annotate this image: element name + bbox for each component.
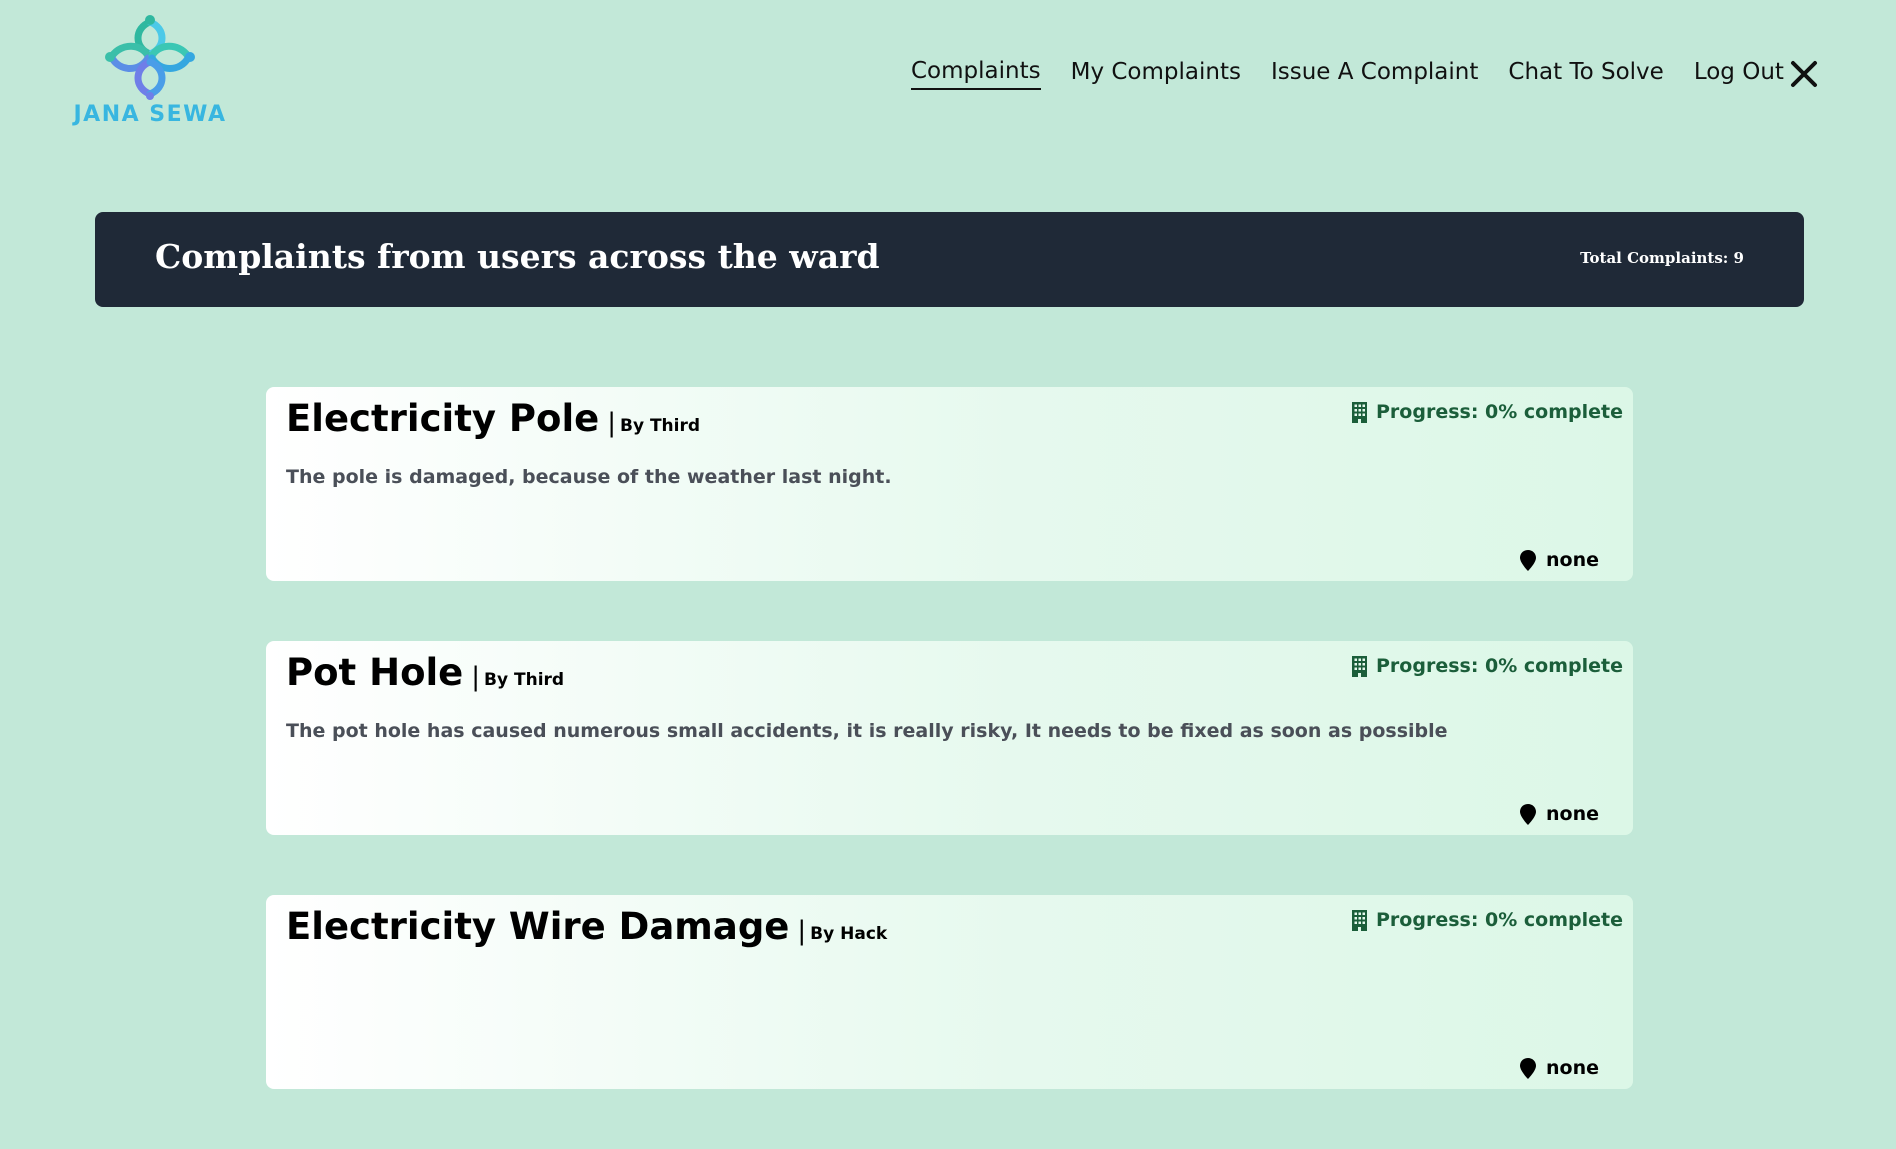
- top-navigation-bar: JANA SEWA Complaints My Complaints Issue…: [0, 0, 1896, 150]
- building-icon: [1352, 909, 1367, 931]
- nav-complaints[interactable]: Complaints: [911, 58, 1041, 90]
- page-title: Complaints from users across the ward: [155, 237, 880, 276]
- progress-label: Progress: 0% complete: [1376, 909, 1623, 931]
- complaint-progress: Progress: 0% complete: [1351, 909, 1623, 931]
- complaint-header: Electricity Wire Damage | By Hack: [286, 905, 887, 948]
- complaint-card[interactable]: Electricity Wire Damage | By Hack Progre…: [266, 895, 1633, 1089]
- complaint-location: none: [1520, 1057, 1599, 1079]
- brand-logo[interactable]: JANA SEWA: [70, 14, 230, 134]
- complaints-banner: Complaints from users across the ward To…: [95, 212, 1804, 307]
- complaint-author: By Third: [484, 670, 565, 690]
- main-nav: Complaints My Complaints Issue A Complai…: [911, 58, 1784, 90]
- complaint-title: Electricity Pole: [286, 397, 600, 440]
- brand-name: JANA SEWA: [73, 102, 227, 127]
- close-icon[interactable]: [1788, 58, 1820, 90]
- separator: |: [471, 662, 481, 692]
- nav-issue-a-complaint[interactable]: Issue A Complaint: [1271, 59, 1478, 89]
- location-label: none: [1546, 549, 1599, 571]
- complaint-description: The pot hole has caused numerous small a…: [286, 720, 1448, 742]
- logo-icon: [105, 15, 195, 100]
- complaint-progress: Progress: 0% complete: [1351, 401, 1623, 423]
- complaint-card[interactable]: Electricity Pole | By Third The pole is …: [266, 387, 1633, 581]
- location-label: none: [1546, 803, 1599, 825]
- complaint-card[interactable]: Pot Hole | By Third The pot hole has cau…: [266, 641, 1633, 835]
- complaint-title: Pot Hole: [286, 651, 464, 694]
- separator: |: [607, 408, 616, 438]
- nav-my-complaints[interactable]: My Complaints: [1071, 59, 1241, 89]
- total-complaints-count: Total Complaints: 9: [1580, 249, 1744, 267]
- building-icon: [1352, 401, 1367, 423]
- complaint-author: By Third: [619, 416, 701, 436]
- map-pin-icon: [1520, 549, 1536, 571]
- complaint-list: Electricity Pole | By Third The pole is …: [266, 387, 1633, 1149]
- complaint-author: By Hack: [810, 924, 888, 944]
- complaint-location: none: [1520, 803, 1599, 825]
- location-label: none: [1546, 1057, 1599, 1079]
- complaint-header: Electricity Pole | By Third: [286, 397, 700, 440]
- complaint-location: none: [1520, 549, 1599, 571]
- separator: |: [797, 916, 807, 946]
- nav-log-out[interactable]: Log Out: [1694, 59, 1784, 89]
- complaint-progress: Progress: 0% complete: [1351, 655, 1623, 677]
- building-icon: [1352, 655, 1367, 677]
- map-pin-icon: [1520, 1057, 1536, 1079]
- complaint-title: Electricity Wire Damage: [286, 905, 790, 948]
- complaint-header: Pot Hole | By Third: [286, 651, 564, 694]
- map-pin-icon: [1520, 803, 1536, 825]
- progress-label: Progress: 0% complete: [1376, 401, 1623, 423]
- nav-chat-to-solve[interactable]: Chat To Solve: [1508, 59, 1663, 89]
- progress-label: Progress: 0% complete: [1376, 655, 1623, 677]
- complaint-description: The pole is damaged, because of the weat…: [286, 466, 892, 488]
